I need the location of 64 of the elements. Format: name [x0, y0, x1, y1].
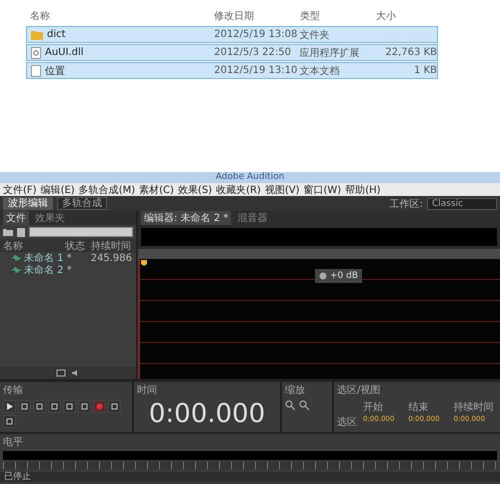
time-display: 0:00.000: [148, 400, 266, 428]
view-button[interactable]: 波形编辑: [3, 197, 53, 210]
column-header[interactable]: 持续时间: [91, 238, 131, 252]
file-name: 位置: [45, 64, 65, 78]
row-label: 选区: [337, 416, 358, 429]
knob-icon[interactable]: [319, 272, 327, 280]
file-name[interactable]: 未命名 2 *: [24, 263, 72, 277]
document-icon: [31, 64, 41, 76]
panel-tab[interactable]: 效果夹: [32, 211, 68, 225]
folder-icon: [31, 30, 43, 40]
search-field[interactable]: [29, 227, 133, 237]
file-duration: 245.986: [90, 252, 132, 264]
menu-item[interactable]: 帮助(H): [345, 182, 381, 196]
file-size: 22,763 KB: [385, 47, 437, 58]
column-header[interactable]: 修改日期: [214, 9, 300, 23]
file-date: 2012/5/19 13:10: [214, 64, 298, 78]
column-header[interactable]: 状态: [65, 238, 91, 252]
panel-title: 传输: [3, 384, 24, 397]
window-title: Adobe Audition: [0, 172, 500, 183]
workspace-label: 工作区:: [390, 198, 423, 210]
workspace-dropdown[interactable]: Classic: [427, 198, 497, 210]
menu-item[interactable]: 视图(V): [264, 182, 300, 196]
editor-tab[interactable]: 编辑器: 未命名 2 *: [141, 211, 232, 225]
column-header: 开始: [363, 401, 384, 414]
folder-icon[interactable]: [3, 228, 13, 236]
menu-item[interactable]: 素材(C): [139, 182, 174, 196]
column-header[interactable]: 大小: [376, 9, 438, 23]
menu-item[interactable]: 收藏夹(R): [216, 182, 261, 196]
menu-item[interactable]: 文件(F): [3, 182, 37, 196]
zoom-in-icon[interactable]: [285, 400, 295, 410]
column-header[interactable]: 名称: [26, 9, 214, 23]
file-date: 2012/5/19 13:08: [214, 28, 298, 42]
status-text: 已停止: [4, 472, 31, 482]
file-name: dict: [47, 29, 66, 40]
file-type: 文本文档: [300, 64, 341, 78]
view-button[interactable]: 多轨合成: [57, 197, 107, 210]
gear-file-icon: [31, 46, 41, 58]
panel-title: 时间: [137, 384, 158, 397]
menu-item[interactable]: 多轨合成(M): [78, 182, 136, 196]
menu-item[interactable]: 窗口(W): [304, 182, 342, 196]
menu-item[interactable]: 编辑(E): [40, 182, 75, 196]
file-date: 2012/5/3 22:50: [214, 46, 292, 60]
panel-tab[interactable]: 文件: [3, 211, 29, 225]
column-header[interactable]: 名称: [3, 238, 65, 252]
file-size: 1 KB: [414, 65, 437, 76]
play-icon[interactable]: [3, 400, 16, 413]
column-header: 结束: [408, 400, 430, 414]
file-row[interactable]: 位置 2012/5/19 13:10 文本文档 1 KB: [26, 62, 438, 79]
file-type: 文件夹: [300, 28, 331, 42]
file-name: AuUI.dll: [45, 47, 84, 58]
panel-title: 缩放: [285, 384, 306, 397]
file-name[interactable]: 未命名 1 *: [24, 251, 72, 265]
file-row[interactable]: dict 2012/5/19 13:08 文件夹: [26, 26, 438, 43]
volume-hud[interactable]: +0 dB: [315, 269, 362, 283]
panel-title: 选区/视图: [337, 384, 382, 397]
editor-tab[interactable]: 混音器: [234, 211, 270, 225]
menu-item[interactable]: 效果(S): [178, 182, 212, 196]
document-icon[interactable]: [17, 228, 25, 236]
file-type: 应用程序扩展: [300, 46, 361, 60]
panel-title: 电平: [3, 436, 24, 449]
volume-reading: +0 dB: [330, 271, 358, 281]
column-header: 持续时间: [454, 400, 495, 414]
column-header[interactable]: 类型: [300, 9, 376, 23]
file-row[interactable]: AuUI.dll 2012/5/3 22:50 应用程序扩展 22,763 KB: [26, 44, 438, 61]
